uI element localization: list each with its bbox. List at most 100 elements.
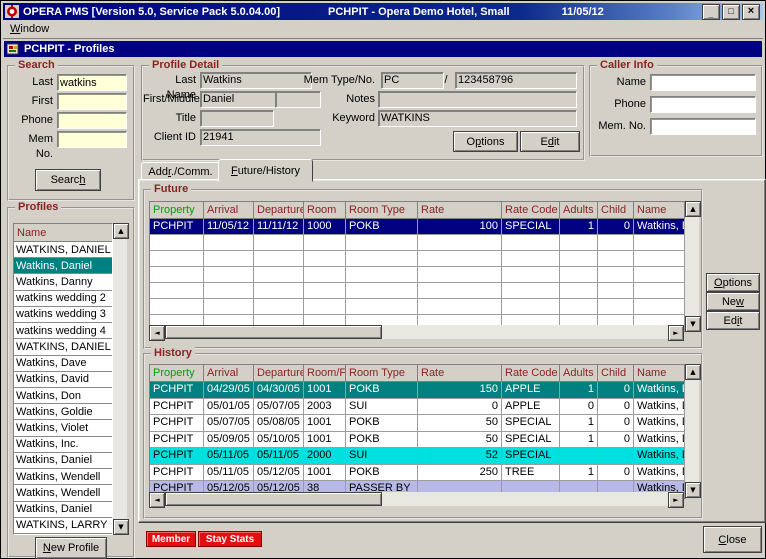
- scroll-up-icon[interactable]: ▲: [685, 201, 701, 217]
- list-item[interactable]: Watkins, Wendell: [14, 469, 112, 485]
- search-mem-input[interactable]: [57, 131, 127, 148]
- table-row[interactable]: PCHPIT05/07/0505/08/051001POKB50SPECIAL1…: [150, 415, 685, 432]
- side-edit-button[interactable]: Edit: [706, 311, 760, 330]
- column-header: Arrival: [204, 365, 254, 382]
- caller-mem-input[interactable]: [650, 118, 756, 135]
- list-item[interactable]: WATKINS, DANIEL: [14, 339, 112, 355]
- history-group-title: History: [151, 347, 195, 360]
- history-table: PropertyArrivalDepartureRoom/Fol.Room Ty…: [149, 364, 686, 499]
- title-bar: OPERA PMS [Version 5.0, Service Pack 5.0…: [3, 3, 763, 20]
- scrollbar-thumb[interactable]: [165, 325, 382, 339]
- future-vscrollbar[interactable]: ▲ ▼: [685, 201, 699, 332]
- table-row[interactable]: PCHPIT11/05/1211/11/121000POKB100SPECIAL…: [150, 219, 685, 235]
- mem-no-label: Mem No.: [9, 132, 53, 162]
- menu-bar: Window: [3, 21, 763, 37]
- caller-info-groupbox: Caller Info Name Phone Mem. No.: [589, 65, 763, 157]
- future-hscrollbar[interactable]: ◄ ►: [149, 325, 684, 339]
- side-new-button[interactable]: New: [706, 292, 760, 311]
- title-field: [200, 110, 274, 127]
- profiles-scrollbar[interactable]: ▲ ▼: [113, 223, 127, 535]
- list-item[interactable]: Watkins, Wendell: [14, 485, 112, 501]
- history-groupbox: History PropertyArrivalDepartureRoom/Fol…: [143, 353, 703, 519]
- caller-phone-input[interactable]: [650, 96, 756, 113]
- scroll-down-icon[interactable]: ▼: [685, 316, 701, 332]
- future-groupbox: Future PropertyArrivalDepartureRoomRoom …: [143, 189, 703, 349]
- caller-name-input[interactable]: [650, 74, 756, 91]
- list-item[interactable]: Watkins, Danny: [14, 274, 112, 290]
- scroll-right-icon[interactable]: ►: [668, 492, 684, 508]
- side-options-button[interactable]: Options: [706, 273, 760, 292]
- detail-options-button[interactable]: Options: [453, 131, 518, 152]
- keyword-label: Keyword: [303, 111, 375, 126]
- column-header: Property: [150, 202, 204, 219]
- profiles-groupbox: Profiles Name WATKINS, DANIELWatkins, Da…: [7, 207, 135, 558]
- list-item[interactable]: Watkins, Violet: [14, 420, 112, 436]
- table-row[interactable]: PCHPIT05/01/0505/07/052003SUI0APPLE00Wat…: [150, 399, 685, 416]
- client-id-field: 21941: [200, 129, 321, 146]
- list-item[interactable]: Watkins, Goldie: [14, 404, 112, 420]
- search-groupbox: Search Last First Phone Mem No. Search: [7, 65, 135, 201]
- scrollbar-thumb[interactable]: [165, 492, 382, 506]
- scroll-right-icon[interactable]: ►: [668, 325, 684, 341]
- list-item[interactable]: Watkins, Inc.: [14, 437, 112, 453]
- member-button[interactable]: Member: [146, 531, 196, 547]
- scroll-up-icon[interactable]: ▲: [113, 223, 129, 239]
- list-item[interactable]: WATKINS, DANIEL: [14, 242, 112, 258]
- column-header: Rate Code: [502, 365, 560, 382]
- caller-phone-label: Phone: [591, 97, 646, 112]
- table-row[interactable]: PCHPIT05/09/0505/10/051001POKB50SPECIAL1…: [150, 432, 685, 449]
- scroll-up-icon[interactable]: ▲: [685, 364, 701, 380]
- table-row[interactable]: PCHPIT04/29/0504/30/051001POKB150APPLE10…: [150, 382, 685, 399]
- keyword-field: WATKINS: [378, 110, 577, 127]
- minimize-button[interactable]: _: [702, 4, 720, 20]
- scroll-down-icon[interactable]: ▼: [113, 519, 129, 535]
- list-item[interactable]: Watkins, Don: [14, 388, 112, 404]
- search-first-input[interactable]: [57, 93, 127, 110]
- column-header: Rate: [418, 365, 502, 382]
- list-item[interactable]: watkins wedding 2: [14, 291, 112, 307]
- mem-separator: /: [442, 73, 450, 88]
- column-header: Room Type: [346, 202, 418, 219]
- mem-type-no-label: Mem Type/No.: [303, 73, 375, 88]
- phone-label: Phone: [9, 113, 53, 128]
- close-button[interactable]: Close: [703, 526, 762, 553]
- profiles-window-icon: [7, 43, 20, 55]
- title-label: Title: [143, 111, 196, 126]
- close-window-button[interactable]: ×: [742, 4, 760, 20]
- table-row[interactable]: PCHPIT05/11/0505/12/051001POKB250TREE10W…: [150, 465, 685, 482]
- notes-field: [378, 91, 577, 108]
- list-item[interactable]: watkins wedding 3: [14, 307, 112, 323]
- profiles-group-title: Profiles: [15, 201, 61, 214]
- column-header: Adults: [560, 365, 598, 382]
- inner-window-title-bar: PCHPIT - Profiles: [4, 41, 762, 57]
- detail-edit-button[interactable]: Edit: [520, 131, 580, 152]
- scroll-left-icon[interactable]: ◄: [149, 325, 165, 341]
- list-item[interactable]: Watkins, Dave: [14, 356, 112, 372]
- app-window: OPERA PMS [Version 5.0, Service Pack 5.0…: [0, 0, 766, 559]
- list-item[interactable]: Watkins, Daniel: [14, 258, 112, 274]
- stay-stats-button[interactable]: Stay Stats: [198, 531, 262, 547]
- column-header: Room/Fol.: [304, 365, 346, 382]
- scroll-down-icon[interactable]: ▼: [685, 482, 701, 498]
- list-item[interactable]: Watkins, Daniel: [14, 502, 112, 518]
- inner-window-title: PCHPIT - Profiles: [24, 43, 114, 55]
- tab-future-history[interactable]: Future/History: [218, 159, 313, 182]
- list-item[interactable]: Watkins, Daniel: [14, 453, 112, 469]
- search-last-input[interactable]: [57, 74, 127, 91]
- maximize-button[interactable]: □: [722, 4, 740, 20]
- profiles-list-rows: WATKINS, DANIELWatkins, DanielWatkins, D…: [14, 242, 112, 534]
- menu-item-window[interactable]: Window: [10, 23, 49, 35]
- scroll-left-icon[interactable]: ◄: [149, 492, 165, 508]
- history-vscrollbar[interactable]: ▲ ▼: [685, 364, 699, 498]
- caller-info-group-title: Caller Info: [597, 59, 657, 72]
- future-group-title: Future: [151, 183, 191, 196]
- list-item[interactable]: WATKINS, LARRY: [14, 518, 112, 534]
- list-item[interactable]: watkins wedding 4: [14, 323, 112, 339]
- table-row[interactable]: PCHPIT05/11/0505/11/052000SUI52SPECIALWa…: [150, 448, 685, 465]
- property-title: PCHPIT - Opera Demo Hotel, Small: [328, 6, 510, 18]
- search-phone-input[interactable]: [57, 112, 127, 129]
- new-profile-button[interactable]: New Profile: [35, 537, 107, 559]
- search-button[interactable]: Search: [35, 169, 101, 191]
- history-hscrollbar[interactable]: ◄ ►: [149, 492, 684, 506]
- list-item[interactable]: Watkins, David: [14, 372, 112, 388]
